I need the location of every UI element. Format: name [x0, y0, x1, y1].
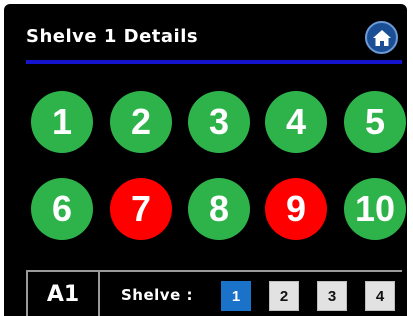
location-code: A1 — [28, 272, 100, 316]
bin-label: 4 — [285, 101, 307, 142]
bin-label: 8 — [208, 188, 230, 229]
bin-4[interactable]: 4 — [265, 91, 327, 153]
shelf-button-4[interactable]: 4 — [365, 281, 395, 311]
bin-9[interactable]: 9 — [265, 178, 327, 240]
bin-1[interactable]: 1 — [31, 91, 93, 153]
bin-6[interactable]: 6 — [31, 178, 93, 240]
shelf-button-label: 2 — [279, 287, 289, 305]
footer-bar: A1 Shelve : 1 2 3 4 — [26, 270, 402, 316]
bin-label: 1 — [51, 101, 73, 142]
shelf-button-3[interactable]: 3 — [317, 281, 347, 311]
shelf-button-1[interactable]: 1 — [221, 281, 251, 311]
screen: Shelve 1 Details 1 2 3 4 5 6 7 8 9 10 A1… — [0, 0, 413, 316]
shelf-button-label: 4 — [375, 287, 385, 305]
bin-3[interactable]: 3 — [188, 91, 250, 153]
bin-label: 10 — [354, 188, 396, 229]
shelf-button-label: 1 — [231, 287, 241, 305]
bin-label: 3 — [208, 101, 230, 142]
bin-label: 7 — [130, 188, 152, 229]
bin-5[interactable]: 5 — [344, 91, 406, 153]
bin-grid: 1 2 3 4 5 6 7 8 9 10 — [0, 0, 413, 316]
bin-label: 6 — [51, 188, 73, 229]
bin-label: 9 — [285, 188, 307, 229]
shelf-button-2[interactable]: 2 — [269, 281, 299, 311]
bin-8[interactable]: 8 — [188, 178, 250, 240]
shelf-button-label: 3 — [327, 287, 337, 305]
bin-label: 5 — [364, 101, 386, 142]
shelve-label: Shelve : — [121, 286, 193, 304]
bin-label: 2 — [130, 101, 152, 142]
bin-2[interactable]: 2 — [110, 91, 172, 153]
bin-7[interactable]: 7 — [110, 178, 172, 240]
bin-10[interactable]: 10 — [344, 178, 406, 240]
